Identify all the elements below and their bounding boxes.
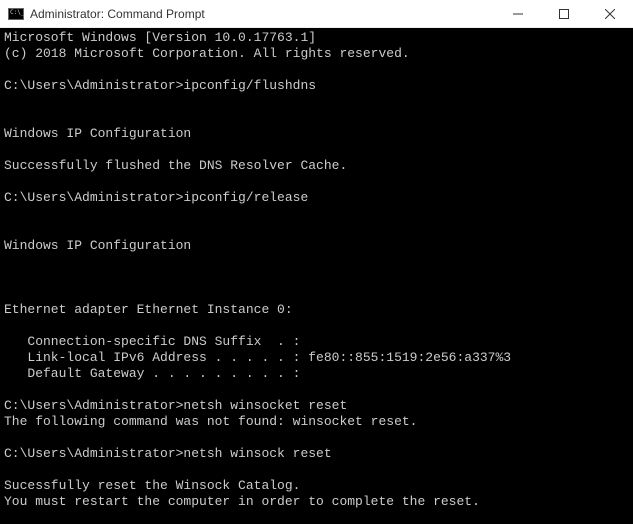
terminal-line: C:\Users\Administrator>ipconfig/release <box>4 190 629 206</box>
terminal-line: Sucessfully reset the Winsock Catalog. <box>4 478 629 494</box>
terminal-line <box>4 510 629 524</box>
terminal-line: Default Gateway . . . . . . . . . : <box>4 366 629 382</box>
maximize-icon <box>559 9 569 19</box>
terminal-line: Successfully flushed the DNS Resolver Ca… <box>4 158 629 174</box>
terminal-line <box>4 254 629 270</box>
terminal-line <box>4 462 629 478</box>
terminal-line: You must restart the computer in order t… <box>4 494 629 510</box>
minimize-button[interactable] <box>495 0 541 27</box>
window-title: Administrator: Command Prompt <box>30 7 495 21</box>
terminal-line: Windows IP Configuration <box>4 126 629 142</box>
terminal-line <box>4 206 629 222</box>
terminal-line <box>4 270 629 286</box>
window-controls <box>495 0 633 27</box>
terminal-line: C:\Users\Administrator>netsh winsocket r… <box>4 398 629 414</box>
cmd-icon <box>8 8 24 20</box>
terminal-line: (c) 2018 Microsoft Corporation. All righ… <box>4 46 629 62</box>
terminal-line <box>4 382 629 398</box>
terminal-line <box>4 142 629 158</box>
close-button[interactable] <box>587 0 633 27</box>
terminal-line: C:\Users\Administrator>ipconfig/flushdns <box>4 78 629 94</box>
terminal-line: Connection-specific DNS Suffix . : <box>4 334 629 350</box>
terminal-line: The following command was not found: win… <box>4 414 629 430</box>
titlebar[interactable]: Administrator: Command Prompt <box>0 0 633 28</box>
minimize-icon <box>513 9 523 19</box>
terminal-line <box>4 318 629 334</box>
close-icon <box>605 9 615 19</box>
terminal-line: Windows IP Configuration <box>4 238 629 254</box>
terminal-line: Microsoft Windows [Version 10.0.17763.1] <box>4 30 629 46</box>
terminal-line <box>4 62 629 78</box>
terminal-line: C:\Users\Administrator>netsh winsock res… <box>4 446 629 462</box>
terminal-line <box>4 286 629 302</box>
terminal-line: Ethernet adapter Ethernet Instance 0: <box>4 302 629 318</box>
maximize-button[interactable] <box>541 0 587 27</box>
terminal-output[interactable]: Microsoft Windows [Version 10.0.17763.1]… <box>0 28 633 524</box>
terminal-line <box>4 430 629 446</box>
terminal-line <box>4 110 629 126</box>
terminal-line <box>4 94 629 110</box>
terminal-line <box>4 174 629 190</box>
terminal-line: Link-local IPv6 Address . . . . . : fe80… <box>4 350 629 366</box>
terminal-line <box>4 222 629 238</box>
